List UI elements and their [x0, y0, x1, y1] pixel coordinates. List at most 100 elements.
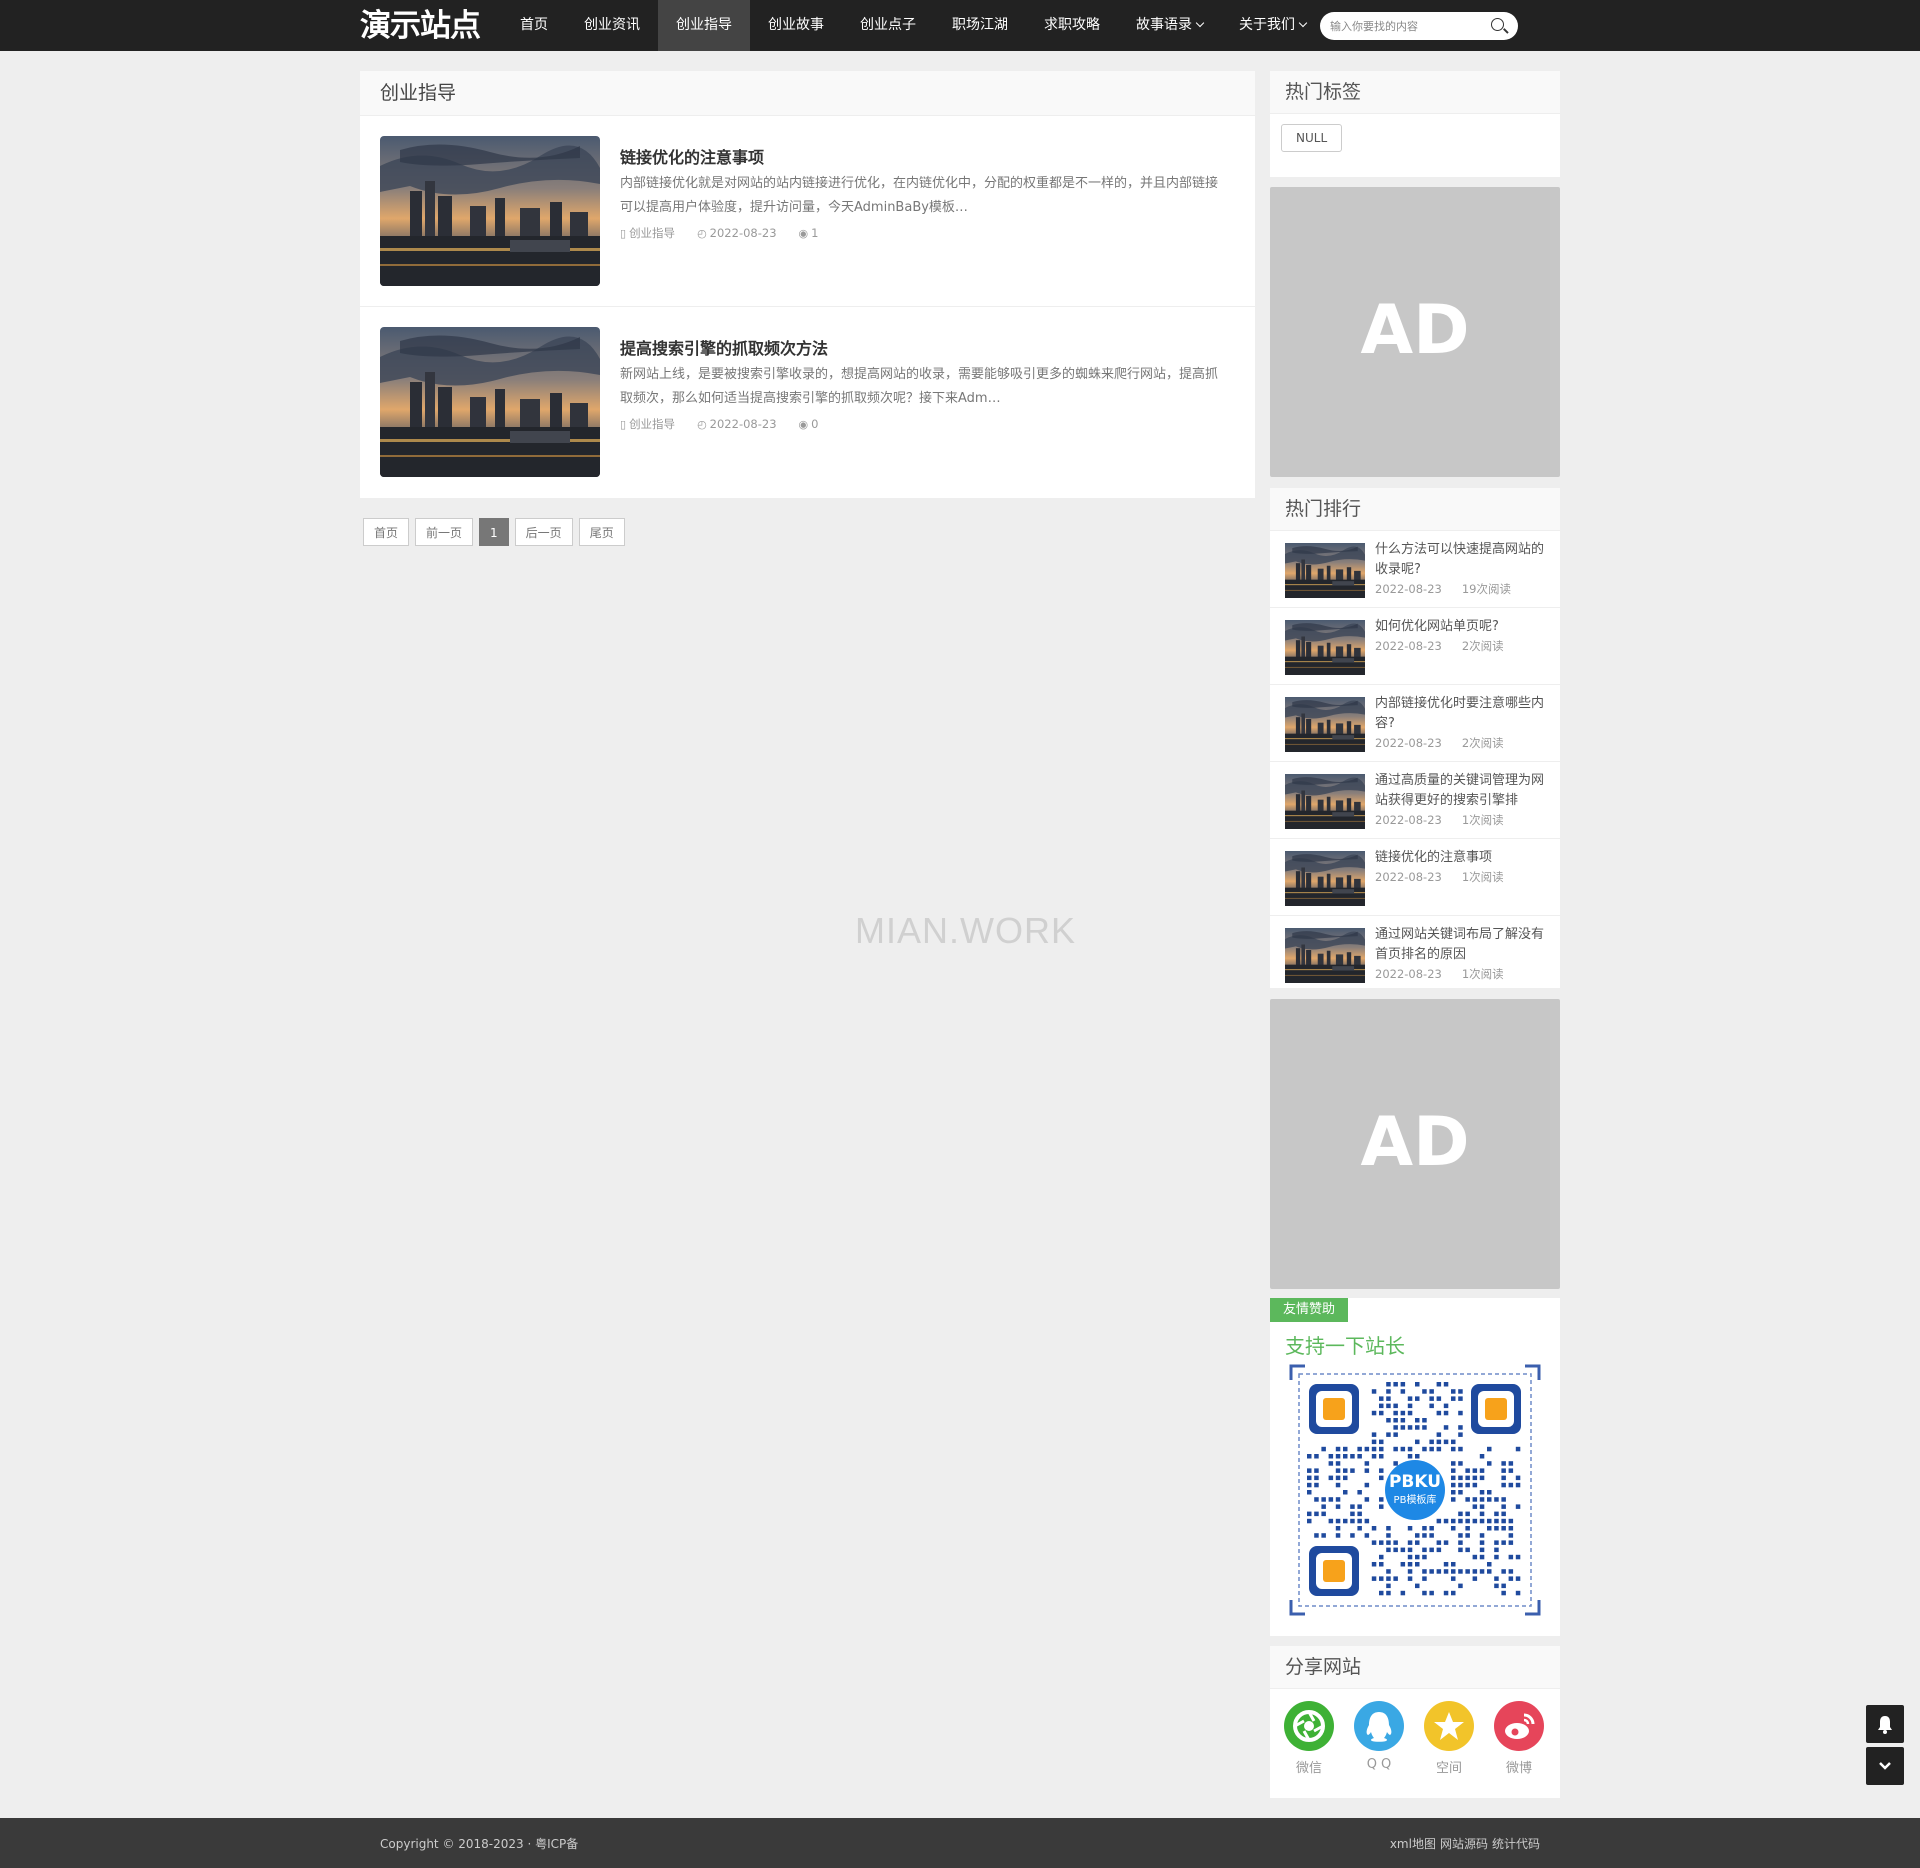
rank-item[interactable]: 通过高质量的关键词管理为网站获得更好的搜索引擎排 2022-08-23 1次阅读: [1270, 762, 1560, 839]
qr-dot: [1335, 1526, 1341, 1531]
qr-dot: [1494, 1547, 1499, 1553]
qr-dot: [1422, 1389, 1427, 1394]
qr-dot: [1465, 1533, 1470, 1538]
qr-dot: [1407, 1569, 1413, 1574]
article-title[interactable]: 提高搜索引擎的抓取频次方法: [620, 335, 828, 359]
first-page-button[interactable]: 首页: [363, 518, 410, 546]
qr-dot: [1501, 1583, 1506, 1589]
ad-banner[interactable]: AD: [1270, 187, 1560, 477]
current-page-button[interactable]: 1: [479, 518, 509, 546]
nav-item-about[interactable]: 关于我们: [1221, 0, 1324, 51]
site-logo[interactable]: 演示站点: [360, 6, 481, 46]
article-category[interactable]: ▯ 创业指导: [620, 416, 675, 432]
article-title[interactable]: 链接优化的注意事项: [620, 144, 764, 168]
qr-dot: [1407, 1425, 1413, 1430]
qr-dot: [1393, 1540, 1398, 1545]
qr-dot: [1328, 1518, 1334, 1524]
rank-title[interactable]: 什么方法可以快速提高网站的收录呢?: [1375, 540, 1547, 580]
qr-dot: [1422, 1446, 1427, 1452]
footer-link-sitemap[interactable]: xml地图: [1390, 1835, 1436, 1852]
last-page-button[interactable]: 尾页: [578, 518, 625, 546]
qr-dot: [1479, 1497, 1485, 1502]
article-category[interactable]: ▯ 创业指导: [620, 225, 675, 241]
share-wechat-button[interactable]: 微信: [1283, 1701, 1335, 1776]
share-qzone-button[interactable]: 空间: [1423, 1701, 1475, 1776]
qr-dot: [1321, 1504, 1326, 1509]
rank-item[interactable]: 链接优化的注意事项 2022-08-23 1次阅读: [1270, 839, 1560, 916]
qr-dot: [1458, 1533, 1463, 1538]
nav-label: 求职攻略: [1044, 17, 1100, 33]
qr-dot: [1321, 1446, 1326, 1452]
qr-dot: [1436, 1540, 1442, 1545]
qr-dot: [1451, 1396, 1456, 1401]
footer-link-source[interactable]: 网站源码: [1440, 1835, 1488, 1852]
qr-dot: [1494, 1511, 1499, 1517]
qr-dot: [1472, 1497, 1478, 1502]
rank-title[interactable]: 如何优化网站单页呢?: [1375, 617, 1547, 637]
qr-dot: [1379, 1475, 1384, 1481]
qr-dot: [1371, 1576, 1377, 1581]
search-input[interactable]: [1330, 16, 1490, 36]
widget-title: 分享网站: [1270, 1646, 1560, 1689]
qr-dot: [1443, 1590, 1449, 1596]
qr-dot: [1458, 1583, 1463, 1589]
next-page-button[interactable]: 后一页: [514, 518, 573, 546]
article-thumbnail[interactable]: [380, 327, 600, 477]
nav-item-guide[interactable]: 创业指导: [658, 0, 750, 51]
qr-dot: [1307, 1475, 1312, 1481]
qr-dot: [1465, 1569, 1470, 1574]
nav-item-job-tips[interactable]: 求职攻略: [1026, 0, 1118, 51]
qr-dot: [1451, 1461, 1456, 1466]
nav-item-ideas[interactable]: 创业点子: [842, 0, 934, 51]
qr-dot: [1443, 1403, 1449, 1409]
nav-item-quotes[interactable]: 故事语录: [1118, 0, 1221, 51]
qr-dot: [1393, 1461, 1398, 1466]
rank-title[interactable]: 通过高质量的关键词管理为网站获得更好的搜索引擎排: [1375, 771, 1547, 811]
qr-dot: [1515, 1446, 1521, 1452]
qr-dot: [1465, 1526, 1470, 1531]
rank-item[interactable]: 如何优化网站单页呢? 2022-08-23 2次阅读: [1270, 608, 1560, 685]
tag-item[interactable]: NULL: [1281, 124, 1343, 152]
rank-title[interactable]: 内部链接优化时要注意哪些内容?: [1375, 694, 1547, 734]
qr-dot: [1458, 1446, 1463, 1452]
qr-dot: [1429, 1533, 1434, 1538]
city-thumbnail-image: [1285, 543, 1365, 598]
top-navbar: 演示站点 首页 创业资讯 创业指导 创业故事 创业点子 职场江湖 求职攻略 故事…: [0, 0, 1920, 51]
nav-item-workplace[interactable]: 职场江湖: [934, 0, 1026, 51]
qr-dot: [1371, 1389, 1377, 1394]
qr-dot: [1422, 1554, 1427, 1560]
nav-item-stories[interactable]: 创业故事: [750, 0, 842, 51]
nav-item-home[interactable]: 首页: [502, 0, 566, 51]
qr-dot: [1335, 1461, 1341, 1466]
qr-dot: [1400, 1410, 1406, 1416]
qr-dot: [1494, 1540, 1499, 1545]
qr-dot: [1364, 1461, 1370, 1466]
qr-dot: [1343, 1468, 1348, 1473]
rank-title[interactable]: 通过网站关键词布局了解没有首页排名的原因: [1375, 925, 1547, 965]
qr-dot: [1436, 1547, 1442, 1553]
qr-dot: [1335, 1468, 1341, 1473]
float-scroll-button[interactable]: [1866, 1747, 1904, 1785]
prev-page-button[interactable]: 前一页: [415, 518, 474, 546]
nav-item-news[interactable]: 创业资讯: [566, 0, 658, 51]
qr-dot: [1415, 1554, 1420, 1560]
rank-item[interactable]: 通过网站关键词布局了解没有首页排名的原因 2022-08-23 1次阅读: [1270, 916, 1560, 992]
qr-dot: [1451, 1576, 1456, 1581]
qr-dot: [1400, 1418, 1406, 1423]
article-thumbnail[interactable]: [380, 136, 600, 286]
qr-dot: [1415, 1454, 1420, 1459]
float-contact-button[interactable]: [1866, 1705, 1904, 1743]
rank-item[interactable]: 什么方法可以快速提高网站的收录呢? 2022-08-23 19次阅读: [1270, 531, 1560, 608]
ad-banner[interactable]: AD: [1270, 999, 1560, 1289]
search-icon[interactable]: [1491, 18, 1504, 31]
rank-title[interactable]: 链接优化的注意事项: [1375, 848, 1547, 868]
qr-dot: [1386, 1533, 1391, 1538]
share-weibo-button[interactable]: 微博: [1493, 1701, 1545, 1776]
share-qq-button[interactable]: Q Q: [1353, 1701, 1405, 1772]
qr-dot: [1465, 1475, 1470, 1481]
reads-label: 1次阅读: [1461, 813, 1504, 827]
qr-dot: [1307, 1468, 1312, 1473]
qr-dot: [1429, 1396, 1434, 1401]
footer-link-stats[interactable]: 统计代码: [1492, 1835, 1540, 1852]
rank-item[interactable]: 内部链接优化时要注意哪些内容? 2022-08-23 2次阅读: [1270, 685, 1560, 762]
